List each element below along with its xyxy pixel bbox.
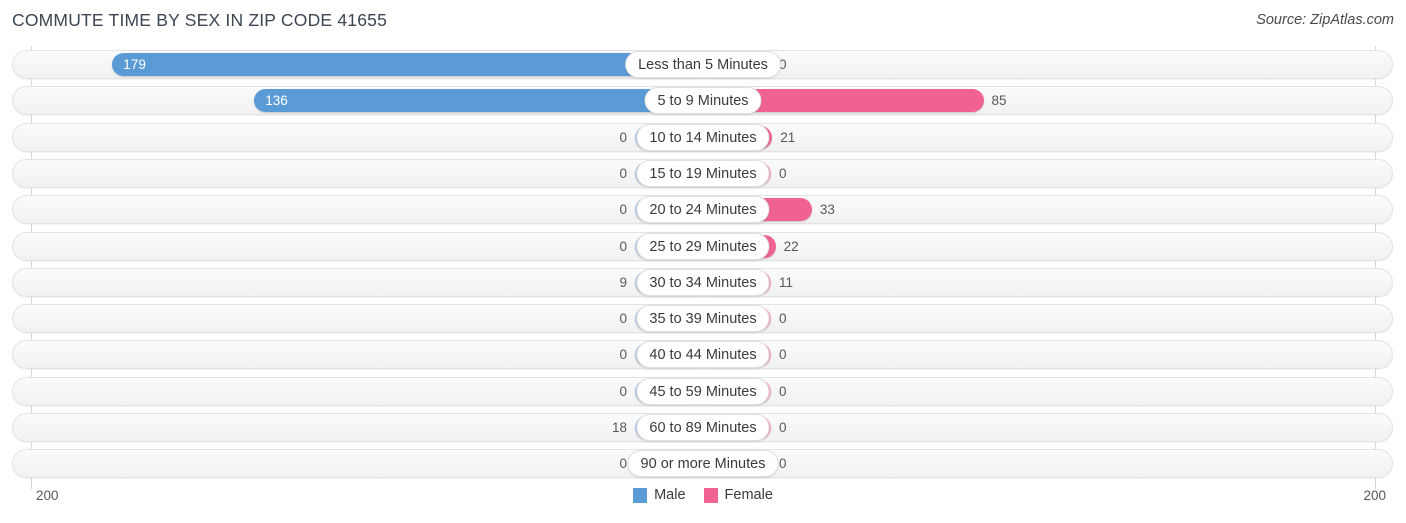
bar-value-female: 85 [991,93,1007,109]
bar-value-male: 0 [619,311,627,327]
bar-value-female: 11 [779,274,794,290]
bar-value-female: 0 [779,420,787,435]
bar-value-female: 0 [779,347,787,363]
bar-value-female: 0 [779,311,787,327]
legend-swatch-male-icon [633,487,648,503]
chart-plot-area: 179 0 Less than 5 Minutes 136 85 5 to 9 Minut… [0,46,1406,489]
chart-header: COMMUTE TIME BY SEX IN ZIP CODE 41655 So… [0,0,1406,42]
table-row[interactable]: 0 0 15 to 19 Minutes [12,158,1393,188]
category-label: 60 to 89 Minutes [636,414,770,441]
bar-value-male: 0 [619,202,627,218]
table-row[interactable]: 179 0 Less than 5 Minutes [12,50,1393,79]
bar-value-male: 179 [123,57,146,72]
table-row[interactable]: 0 0 45 to 59 Minutes [12,376,1393,406]
bar-value-female: 0 [779,456,787,472]
bar-value-male: 0 [619,347,627,363]
table-row[interactable]: 0 0 35 to 39 Minutes [12,304,1393,334]
bar-value-female: 0 [779,165,787,181]
bar-male[interactable] [254,89,703,113]
bar-value-male: 18 [611,420,627,435]
table-row[interactable]: 0 21 10 to 14 Minutes [12,122,1393,152]
table-row[interactable]: 9 11 30 to 34 Minutes [12,267,1393,297]
table-row[interactable]: 0 33 20 to 24 Minutes [12,195,1393,225]
category-label: 30 to 34 Minutes [636,268,770,296]
source-attribution: Source: ZipAtlas.com [1256,12,1394,28]
bar-value-male: 0 [619,129,627,145]
table-row[interactable]: 136 85 5 to 9 Minutes [12,86,1393,116]
bar-value-male: 0 [619,165,627,181]
page-title: COMMUTE TIME BY SEX IN ZIP CODE 41655 [12,10,388,30]
legend-swatch-female-icon [703,487,718,503]
category-label: 45 to 59 Minutes [636,377,770,405]
category-label: 20 to 24 Minutes [636,196,770,224]
category-label: 5 to 9 Minutes [644,87,762,115]
bar-value-male: 9 [619,274,627,290]
category-label: 10 to 14 Minutes [636,123,770,151]
category-label: 35 to 39 Minutes [636,305,770,333]
legend-label-male: Male [654,487,686,503]
bar-value-female: 0 [779,383,787,399]
category-label: 40 to 44 Minutes [636,341,770,369]
bar-value-male: 0 [619,456,627,472]
chart-legend: Male Female [0,487,1406,503]
table-row[interactable]: 0 22 25 to 29 Minutes [12,231,1393,261]
legend-item-male[interactable]: Male [633,487,686,503]
bar-value-male: 136 [265,93,288,109]
category-label: 25 to 29 Minutes [636,232,770,260]
category-label: Less than 5 Minutes [625,51,781,78]
table-row[interactable]: 0 0 40 to 44 Minutes [12,340,1393,370]
category-label: 90 or more Minutes [627,450,779,478]
chart-footer: 200 200 Male Female [0,484,1406,523]
legend-item-female[interactable]: Female [703,487,773,503]
bar-value-female: 33 [819,202,835,218]
bar-male[interactable] [112,53,703,76]
bar-value-female: 22 [783,238,799,254]
bar-value-male: 0 [619,383,627,399]
legend-label-female: Female [724,487,773,503]
bar-value-male: 0 [619,238,627,254]
table-row[interactable]: 18 0 60 to 89 Minutes [12,413,1393,442]
category-label: 15 to 19 Minutes [636,159,770,187]
table-row[interactable]: 0 0 90 or more Minutes [12,449,1393,479]
bar-value-female: 21 [780,129,796,145]
